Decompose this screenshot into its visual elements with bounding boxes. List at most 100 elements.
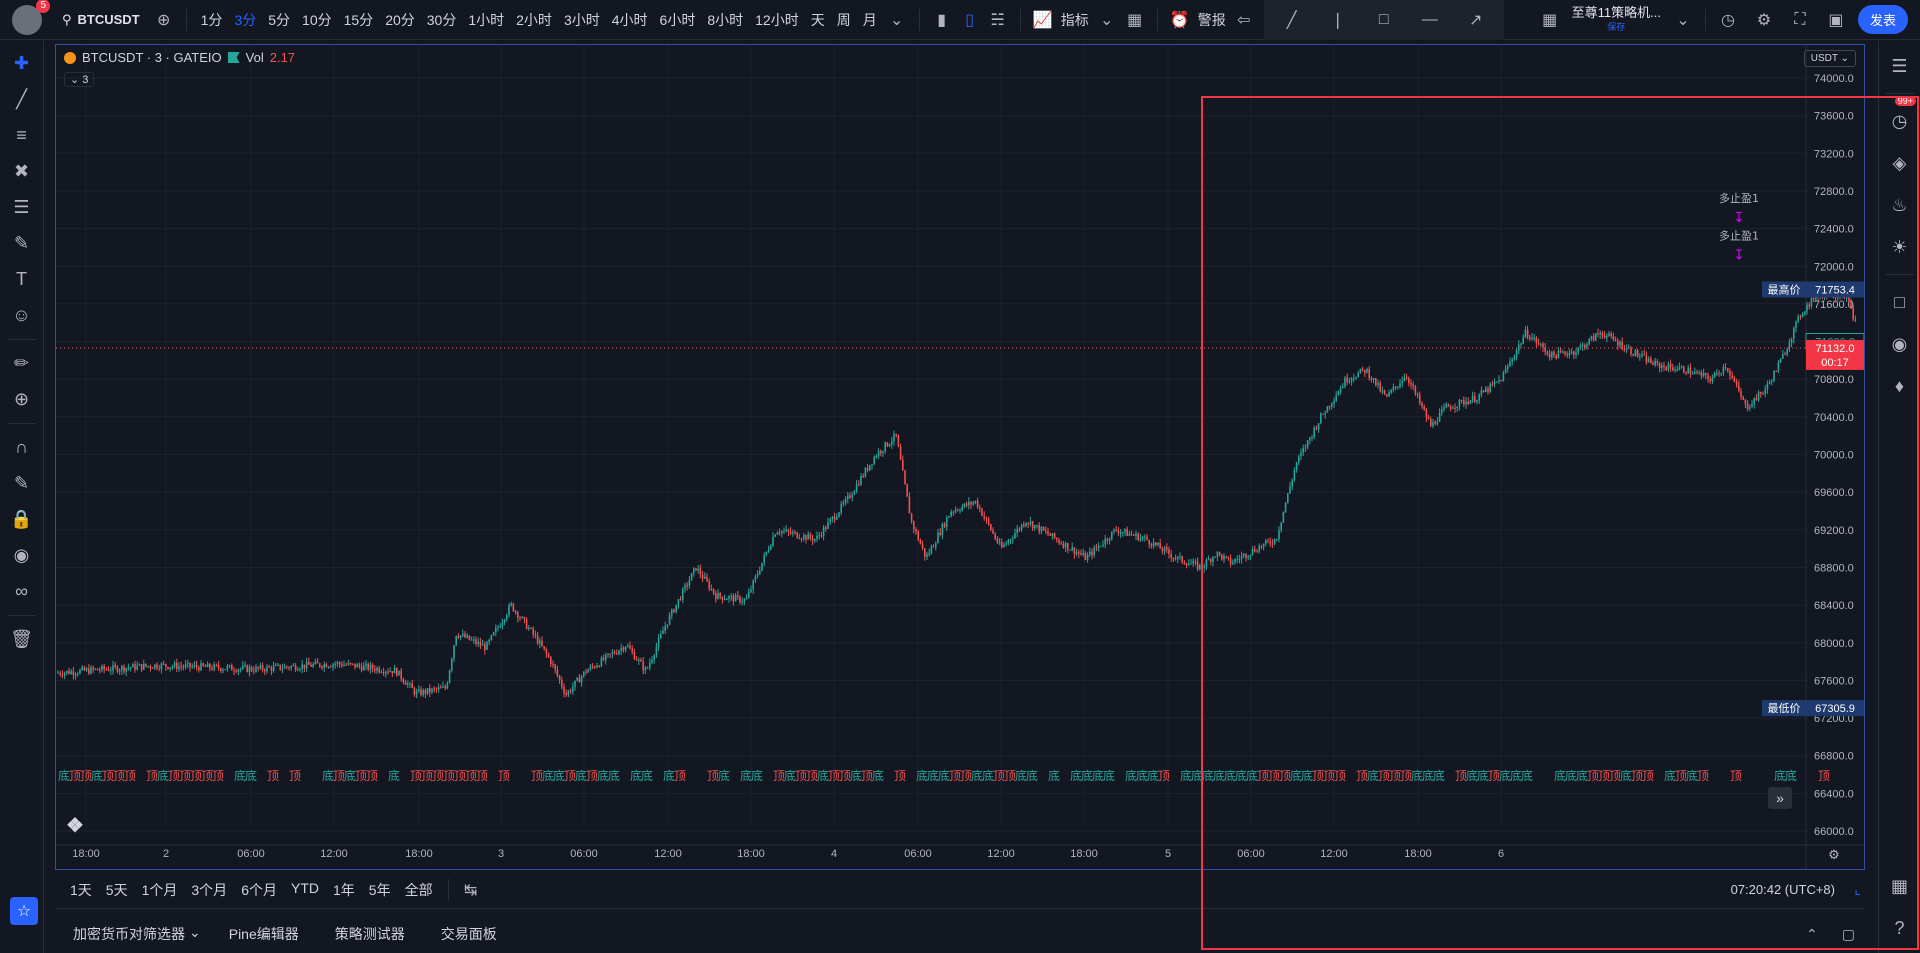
ray-icon[interactable]: ↗ — [1462, 6, 1490, 34]
chevron-down-icon[interactable]: ⌄ — [1093, 6, 1121, 34]
publish-button[interactable]: 发表 — [1857, 5, 1908, 34]
watchlist-icon[interactable]: ☰ — [1886, 51, 1914, 81]
brush-icon[interactable]: ✎ — [8, 231, 36, 256]
star-icon[interactable]: ☆ — [10, 897, 38, 925]
maximize-icon[interactable]: ▢ — [1842, 926, 1855, 943]
candle-body — [1183, 562, 1186, 564]
candle-body — [1227, 556, 1230, 558]
currency-select[interactable]: USDT ⌄ — [1803, 50, 1856, 67]
bars-icon[interactable]: ☵ — [984, 6, 1012, 34]
range-5[interactable]: YTD — [284, 880, 326, 900]
rectangle-icon[interactable]: □ — [1370, 6, 1398, 34]
chevron-up-icon[interactable]: ⌃ — [1806, 926, 1818, 943]
pattern-icon[interactable]: ✖ — [8, 159, 36, 184]
ruler-icon[interactable]: ✏ — [8, 351, 36, 376]
timeframe-15[interactable]: 周 — [831, 10, 857, 30]
timeframe-13[interactable]: 12小时 — [749, 10, 805, 30]
hotlist-icon[interactable]: ♨ — [1886, 190, 1914, 220]
alarm-icon[interactable]: ⏰ — [1166, 6, 1194, 34]
chart-pane[interactable]: BTCUSDT · 3 · GATEIO Vol 2.17 ⌄ 3 USDT ⌄ … — [55, 44, 1865, 870]
fullscreen-icon[interactable]: ⛶ — [1786, 6, 1814, 34]
timeframe-1[interactable]: 3分 — [228, 10, 262, 30]
symbol-search[interactable]: ⚲ BTCUSDT — [62, 12, 140, 28]
chevron-down-icon[interactable]: ⌄ — [1669, 6, 1697, 34]
timeframe-10[interactable]: 4小时 — [606, 10, 654, 30]
range-7[interactable]: 5年 — [362, 880, 398, 900]
crosshair-icon[interactable]: ✚ — [8, 51, 36, 76]
panel-tab-3[interactable]: 交易面板 — [423, 924, 515, 944]
timeframe-12[interactable]: 8小时 — [701, 10, 749, 30]
add-symbol-icon[interactable]: ⊕ — [150, 6, 178, 34]
avatar[interactable]: 5 — [12, 0, 50, 35]
timeframe-2[interactable]: 5分 — [262, 10, 296, 30]
timeframe-7[interactable]: 1小时 — [462, 10, 510, 30]
range-0[interactable]: 1天 — [63, 880, 99, 900]
timeframe-6[interactable]: 30分 — [421, 10, 463, 30]
timeframe-14[interactable]: 天 — [805, 10, 831, 30]
legend-toggle[interactable]: ⌄ 3 — [64, 72, 95, 87]
timeframe-16[interactable]: 月 — [857, 10, 883, 30]
lock-drawing-icon[interactable]: ✎ — [8, 471, 36, 496]
timeframe-11[interactable]: 6小时 — [654, 10, 702, 30]
trend-line-icon[interactable]: ╱ — [1278, 6, 1306, 34]
help-icon[interactable]: ? — [1886, 913, 1914, 943]
candle-body — [1665, 367, 1667, 371]
broadcast-icon[interactable]: ◉ — [1886, 329, 1914, 359]
prediction-icon[interactable]: ☰ — [8, 195, 36, 220]
zoom-in-icon[interactable]: ⊕ — [8, 387, 36, 412]
layers-icon[interactable]: ◈ — [1886, 148, 1914, 178]
calendar-icon[interactable]: ▦ — [1886, 871, 1914, 901]
range-6[interactable]: 1年 — [326, 880, 362, 900]
range-3[interactable]: 3个月 — [184, 880, 234, 900]
indicators-button[interactable]: 指标 — [1057, 10, 1093, 30]
flag-icon[interactable] — [227, 52, 240, 63]
panel-tab-2[interactable]: 策略测试器 — [317, 924, 423, 944]
chevron-down-icon[interactable]: ⌄ — [189, 924, 201, 944]
range-1[interactable]: 5天 — [99, 880, 135, 900]
panel-tab-1[interactable]: Pine编辑器 — [211, 924, 317, 944]
range-2[interactable]: 1个月 — [135, 880, 185, 900]
timeframe-5[interactable]: 20分 — [379, 10, 421, 30]
timeframe-3[interactable]: 10分 — [296, 10, 338, 30]
camera-icon[interactable]: ▣ — [1822, 6, 1850, 34]
price-chart[interactable]: 74000.0 73600.0 73200.0 72800.0 72400.0 72000… — [56, 45, 1864, 869]
timeframe-9[interactable]: 3小时 — [558, 10, 606, 30]
fib-icon[interactable]: ≡ — [8, 123, 36, 148]
vertical-line-icon[interactable]: ❘ — [1324, 6, 1352, 34]
horizontal-line-icon[interactable]: — — [1416, 6, 1444, 34]
candles-icon[interactable]: ▮ — [928, 6, 956, 34]
chat-icon[interactable]: □ — [1886, 287, 1914, 317]
emoji-icon[interactable]: ☺ — [8, 303, 36, 328]
settings-icon[interactable]: ⚙ — [1750, 6, 1778, 34]
range-4[interactable]: 6个月 — [234, 880, 284, 900]
trash-icon[interactable]: 🗑 — [8, 627, 36, 652]
candle-body — [1185, 563, 1188, 566]
goto-date-icon[interactable]: ↹ — [457, 876, 485, 904]
eye-icon[interactable]: ◉ — [8, 543, 36, 568]
trend-line-icon[interactable]: ╱ — [8, 87, 36, 112]
lock-icon[interactable]: 🔒 — [8, 507, 36, 532]
layout-icon[interactable]: ▦ — [1536, 6, 1564, 34]
range-8[interactable]: 全部 — [398, 880, 440, 900]
candle-body — [1575, 352, 1577, 355]
hollow-candles-icon[interactable]: ▯ — [956, 6, 984, 34]
text-icon[interactable]: T — [8, 267, 36, 292]
alert-button[interactable]: 警报 — [1194, 10, 1230, 30]
speed-icon[interactable]: ◷ — [1714, 6, 1742, 34]
magnet-icon[interactable]: ∩ — [8, 435, 36, 460]
panel-tab-0[interactable]: 加密货币对筛选器 — [55, 924, 203, 944]
ideas-icon[interactable]: ☀ — [1886, 232, 1914, 262]
timeframe-4[interactable]: 15分 — [338, 10, 380, 30]
alerts-clock-icon[interactable]: ◷ — [1886, 106, 1914, 136]
notification-icon[interactable]: ♦ — [1886, 371, 1914, 401]
clock[interactable]: 07:20:42 (UTC+8) — [1731, 882, 1835, 897]
strategy-name[interactable]: 至尊11策略机... 保存 — [1572, 5, 1661, 34]
link-icon[interactable]: ∞ — [8, 579, 36, 604]
templates-icon[interactable]: ▦ — [1121, 6, 1149, 34]
chevron-down-icon[interactable]: ⌄ — [883, 6, 911, 34]
timeframe-8[interactable]: 2小时 — [510, 10, 558, 30]
indicators-icon[interactable]: 📈 — [1029, 6, 1057, 34]
timeframe-0[interactable]: 1分 — [195, 10, 229, 30]
replay-icon[interactable]: ⇦ — [1230, 6, 1258, 34]
auto-scale-icon[interactable]: ⌞ — [1854, 881, 1861, 898]
